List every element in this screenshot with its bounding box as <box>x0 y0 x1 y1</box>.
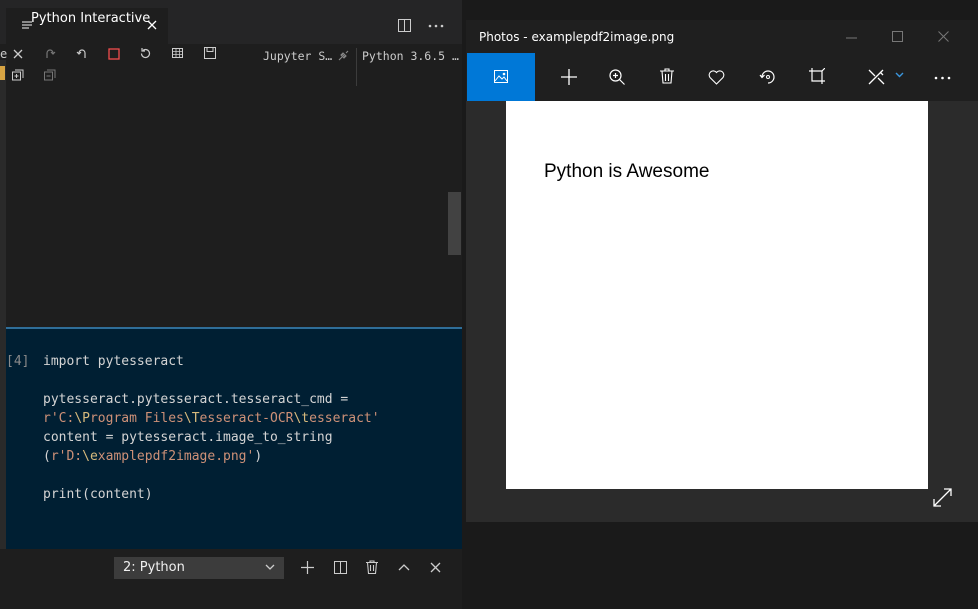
close-icon[interactable] <box>13 49 23 59</box>
close-icon[interactable] <box>147 20 157 30</box>
chevron-down-icon[interactable] <box>895 72 904 78</box>
crop-icon[interactable] <box>809 68 825 84</box>
collapse-all-icon[interactable] <box>44 69 56 81</box>
code-string: r'D: <box>50 449 83 464</box>
variables-icon[interactable] <box>172 48 183 58</box>
view-image-icon <box>494 70 508 83</box>
code-escape: \t <box>293 411 310 426</box>
chevron-down-icon[interactable] <box>265 564 275 571</box>
favorite-icon[interactable] <box>708 70 725 85</box>
code-paren: ) <box>254 449 263 464</box>
output-area <box>6 92 462 327</box>
expand-icon[interactable] <box>933 488 952 507</box>
image-text: Python is Awesome <box>544 161 710 182</box>
code-escape: \e <box>82 449 98 464</box>
code-line: pytesseract.pytesseract.tesseract_cmd = <box>43 392 349 407</box>
code-string: r'C: <box>43 411 75 426</box>
execution-count: [4] <box>6 354 30 369</box>
code-line: import pytesseract <box>43 354 184 369</box>
split-editor-icon[interactable] <box>398 19 411 32</box>
undo-icon[interactable] <box>76 47 88 59</box>
scrollbar-thumb[interactable] <box>448 192 461 255</box>
code-escape: \T <box>183 411 200 426</box>
restart-icon[interactable] <box>139 47 152 60</box>
kernel-status[interactable]: Jupyter S… <box>263 49 332 63</box>
minimize-icon[interactable] <box>846 37 857 39</box>
trash-icon[interactable] <box>366 560 378 574</box>
edit-icon[interactable] <box>868 69 886 85</box>
tab-title: Python Interactive <box>31 11 151 26</box>
code-escape: \P <box>74 411 90 426</box>
split-terminal-icon[interactable] <box>334 561 347 574</box>
terminal-select-value: 2: Python <box>123 560 185 575</box>
stop-icon[interactable] <box>108 48 120 60</box>
redo-icon[interactable] <box>44 47 56 59</box>
code-string: esseract-OCR <box>199 411 294 426</box>
code-paren: ( <box>43 449 51 464</box>
save-icon[interactable] <box>204 47 216 59</box>
code-line: content = pytesseract.image_to_string <box>43 430 333 445</box>
maximize-icon[interactable] <box>892 31 903 42</box>
modified-indicator <box>0 66 5 80</box>
image-canvas <box>506 101 928 489</box>
more-actions-icon[interactable] <box>428 24 444 28</box>
code-line: r'C:\Program Files\Tesseract-OCR\tessera… <box>43 411 380 426</box>
toolbar-divider <box>356 48 357 86</box>
code-line: print(content) <box>43 487 153 502</box>
window-title: Photos - examplepdf2image.png <box>479 30 675 44</box>
code-string: esseract' <box>309 411 380 426</box>
plug-icon[interactable] <box>337 50 349 62</box>
rotate-icon[interactable] <box>759 68 776 85</box>
chevron-up-icon[interactable] <box>398 563 410 571</box>
delete-icon[interactable] <box>660 68 674 84</box>
more-icon[interactable] <box>934 76 951 80</box>
close-window-icon[interactable] <box>938 31 949 42</box>
code-line: (r'D:\examplepdf2image.png') <box>43 449 262 464</box>
expand-all-icon[interactable] <box>12 69 24 81</box>
clipped-text: e <box>0 47 8 61</box>
close-panel-icon[interactable] <box>430 562 441 573</box>
add-icon[interactable] <box>561 69 577 85</box>
zoom-icon[interactable] <box>609 69 625 85</box>
python-version[interactable]: Python 3.6.5 … <box>362 49 459 63</box>
code-string: xamplepdf2image.png' <box>97 449 255 464</box>
plus-icon[interactable] <box>301 561 314 574</box>
code-string: rogram Files <box>89 411 184 426</box>
